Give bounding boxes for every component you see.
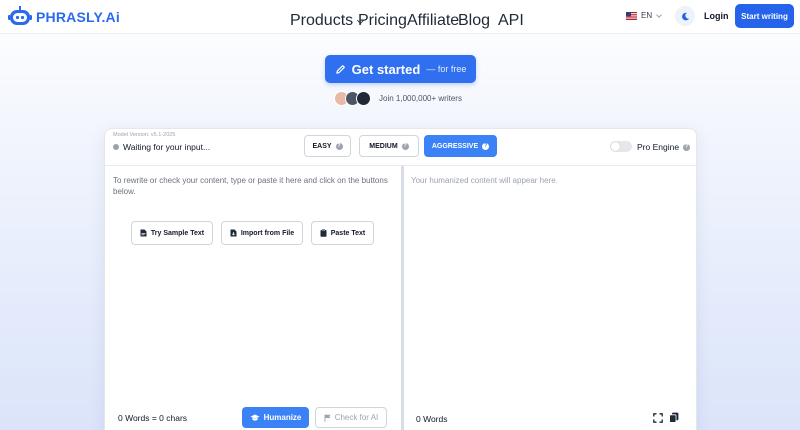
- nav-products[interactable]: Products: [290, 12, 365, 30]
- brand-name: PHRASLY.Ai: [36, 9, 120, 25]
- file-import-icon: [230, 229, 237, 237]
- humanize-label: Humanize: [263, 413, 302, 422]
- copy-icon[interactable]: [669, 412, 679, 423]
- login-link[interactable]: Login: [704, 11, 729, 21]
- help-icon: ?: [401, 142, 409, 150]
- output-area: Your humanized content will appear here.: [411, 176, 558, 185]
- nav-pricing[interactable]: Pricing: [358, 12, 407, 30]
- import-from-file-button[interactable]: Import from File: [221, 221, 303, 245]
- help-icon: ?: [683, 143, 691, 151]
- pencil-icon: [335, 64, 345, 74]
- nav-affiliate[interactable]: Affiliate: [407, 12, 459, 30]
- social-proof: Join 1,000,000+ writers: [334, 91, 462, 106]
- input-textarea[interactable]: To rewrite or check your content, type o…: [113, 175, 393, 197]
- avatar: [356, 91, 371, 106]
- pro-engine-label: Pro Engine: [637, 142, 680, 152]
- mode-medium-button[interactable]: MEDIUM ?: [359, 135, 419, 157]
- robot-logo-icon: [8, 6, 32, 25]
- output-word-count: 0 Words: [416, 414, 448, 424]
- graduation-cap-icon: [250, 414, 260, 421]
- theme-toggle-button[interactable]: [675, 6, 695, 26]
- help-icon: ?: [335, 142, 343, 150]
- mode-easy-label: EASY: [312, 142, 332, 150]
- nav-products-label: Products: [290, 12, 354, 29]
- editor-toolbar: Model Version: v5.1-2025 Waiting for you…: [105, 129, 696, 166]
- mode-aggressive-button[interactable]: AGGRESSIVE ?: [424, 135, 497, 157]
- paste-text-label: Paste Text: [330, 229, 366, 237]
- status-text: Waiting for your input...: [123, 142, 211, 152]
- start-writing-button[interactable]: Start writing: [735, 4, 794, 28]
- chevron-down-icon: [656, 11, 662, 18]
- writers-count-text: Join 1,000,000+ writers: [379, 94, 462, 103]
- status-indicator: Waiting for your input...: [113, 142, 210, 152]
- clipboard-icon: [320, 229, 327, 237]
- pro-engine-toggle[interactable]: [610, 141, 632, 152]
- check-for-ai-button[interactable]: Check for AI: [315, 407, 387, 428]
- get-started-sub: — for free: [426, 64, 467, 74]
- check-for-ai-label: Check for AI: [334, 413, 379, 422]
- document-icon: [140, 229, 147, 237]
- language-label: EN: [641, 11, 653, 20]
- model-version: Model Version: v5.1-2025: [113, 132, 176, 138]
- top-navbar: PHRASLY.Ai Products Pricing Affiliate Bl…: [0, 0, 800, 34]
- editor-card: Model Version: v5.1-2025 Waiting for you…: [104, 128, 697, 430]
- panel-divider[interactable]: [401, 166, 404, 430]
- import-file-label: Import from File: [240, 229, 295, 237]
- nav-api[interactable]: API: [498, 12, 524, 30]
- brand-logo[interactable]: PHRASLY.Ai: [8, 6, 120, 28]
- nav-blog[interactable]: Blog: [458, 12, 490, 30]
- language-selector[interactable]: EN: [626, 11, 662, 20]
- mode-easy-button[interactable]: EASY ?: [304, 135, 351, 157]
- expand-icon[interactable]: [653, 413, 663, 423]
- flag-icon: [324, 414, 331, 422]
- try-sample-text-button[interactable]: Try Sample Text: [131, 221, 213, 245]
- moon-icon: [681, 12, 689, 20]
- pro-engine: Pro Engine ?: [637, 142, 691, 152]
- status-dot-icon: [113, 144, 119, 150]
- mode-aggressive-label: AGGRESSIVE: [431, 142, 479, 150]
- help-icon: ?: [482, 142, 490, 150]
- input-word-count: 0 Words = 0 chars: [118, 413, 188, 423]
- paste-text-button[interactable]: Paste Text: [311, 221, 374, 245]
- mode-medium-label: MEDIUM: [369, 142, 398, 150]
- humanize-button[interactable]: Humanize: [242, 407, 309, 428]
- get-started-button[interactable]: Get started — for free: [325, 55, 476, 83]
- us-flag-icon: [626, 11, 637, 20]
- try-sample-label: Try Sample Text: [150, 229, 205, 237]
- get-started-label: Get started: [351, 61, 421, 77]
